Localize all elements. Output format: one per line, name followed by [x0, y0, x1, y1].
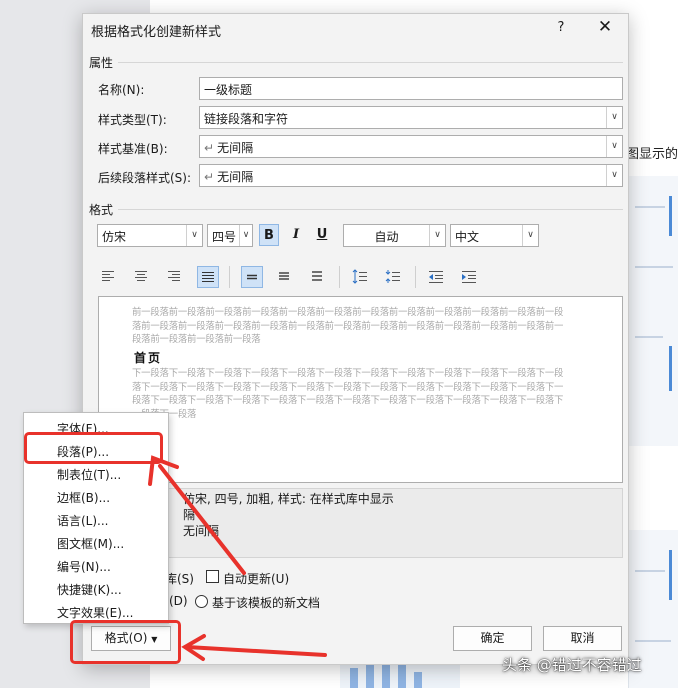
- arrow-to-paragraph: [148, 455, 246, 575]
- arrow-to-format-button: [181, 634, 327, 661]
- watermark: 头条 @错过不容错过: [502, 656, 642, 674]
- annotation-arrows: [148, 455, 327, 661]
